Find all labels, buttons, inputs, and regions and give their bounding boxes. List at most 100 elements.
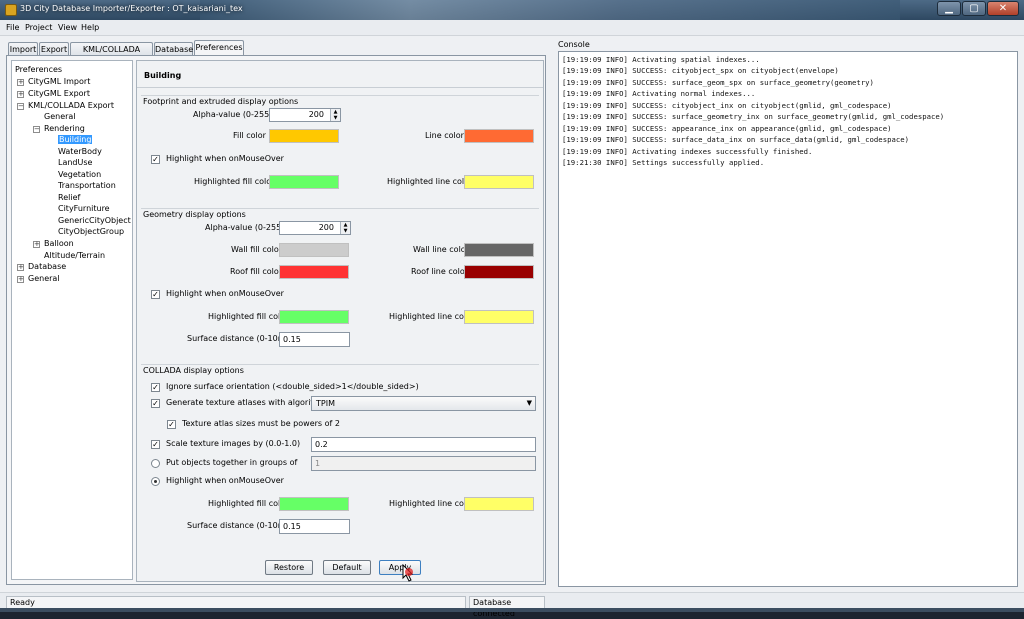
hl-line-swatch[interactable] bbox=[464, 497, 534, 511]
hl-line-swatch[interactable] bbox=[464, 175, 534, 189]
group-title: Footprint and extruded display options bbox=[143, 97, 299, 106]
menu-project[interactable]: Project bbox=[25, 23, 52, 32]
scale-texture-checkbox[interactable]: ✓ bbox=[151, 440, 160, 449]
footprint-group: Footprint and extruded display options A… bbox=[141, 95, 539, 207]
roof-line-swatch[interactable] bbox=[464, 265, 534, 279]
highlight-label: Highlight when onMouseOver bbox=[166, 154, 284, 163]
fill-color-label: Fill color bbox=[233, 131, 266, 140]
highlight-label: Highlight when onMouseOver bbox=[166, 476, 284, 485]
chevron-down-icon: ▼ bbox=[526, 399, 532, 407]
tree-kml-collada-export[interactable]: KML/COLLADA Export bbox=[28, 101, 114, 110]
collapse-icon[interactable]: − bbox=[33, 126, 40, 133]
tree-database[interactable]: Database bbox=[28, 262, 66, 271]
menu-bar: File Project View Help bbox=[0, 20, 1024, 36]
surface-distance-input[interactable]: 0.15 bbox=[279, 332, 350, 347]
minimize-button[interactable]: ▁ bbox=[937, 1, 961, 16]
maximize-button[interactable]: ▢ bbox=[962, 1, 986, 16]
console-output[interactable]: [19:19:09 INFO] Activating spatial index… bbox=[558, 51, 1018, 587]
hl-line-label: Highlighted line color bbox=[389, 312, 475, 321]
window-title: 3D City Database Importer/Exporter : OT_… bbox=[20, 4, 243, 13]
console-line: [19:19:09 INFO] Activating spatial index… bbox=[562, 55, 760, 64]
scale-texture-input[interactable]: 0.2 bbox=[311, 437, 536, 452]
scale-texture-label: Scale texture images by (0.0-1.0) bbox=[166, 439, 301, 448]
tree-transportation[interactable]: Transportation bbox=[58, 181, 116, 190]
group-objects-label: Put objects together in groups of bbox=[166, 458, 298, 467]
fill-color-swatch[interactable] bbox=[269, 129, 339, 143]
console-line: [19:19:09 INFO] SUCCESS: cityobject_inx … bbox=[562, 101, 892, 110]
title-bar[interactable]: 3D City Database Importer/Exporter : OT_… bbox=[0, 0, 1024, 20]
default-button[interactable]: Default bbox=[323, 560, 371, 575]
console-line: [19:19:09 INFO] SUCCESS: surface_geom_sp… bbox=[562, 78, 874, 87]
hl-fill-swatch[interactable] bbox=[279, 497, 349, 511]
expand-icon[interactable]: + bbox=[17, 91, 24, 98]
hl-fill-label: Highlighted fill color bbox=[194, 177, 275, 186]
restore-button[interactable]: Restore bbox=[265, 560, 313, 575]
hl-fill-swatch[interactable] bbox=[269, 175, 339, 189]
expand-icon[interactable]: + bbox=[33, 241, 40, 248]
hl-line-swatch[interactable] bbox=[464, 310, 534, 324]
highlight-radio[interactable] bbox=[151, 477, 160, 486]
surface-distance-label: Surface distance (0-10m) bbox=[187, 334, 289, 343]
expand-icon[interactable]: + bbox=[17, 79, 24, 86]
console-line: [19:19:09 INFO] Activating indexes succe… bbox=[562, 147, 813, 156]
tree-general[interactable]: General bbox=[44, 112, 76, 121]
tree-balloon[interactable]: Balloon bbox=[44, 239, 74, 248]
tree-root[interactable]: Preferences bbox=[15, 65, 62, 74]
tree-building[interactable]: Building bbox=[58, 135, 93, 144]
menu-view[interactable]: View bbox=[58, 23, 77, 32]
group-objects-radio[interactable] bbox=[151, 459, 160, 468]
console-line: [19:19:09 INFO] SUCCESS: appearance_inx … bbox=[562, 124, 892, 133]
tree-landuse[interactable]: LandUse bbox=[58, 158, 92, 167]
tree-cityfurniture[interactable]: CityFurniture bbox=[58, 204, 110, 213]
tree-citygml-import[interactable]: CityGML Import bbox=[28, 77, 90, 86]
console-line: [19:19:09 INFO] SUCCESS: surface_data_in… bbox=[562, 135, 910, 144]
powers-of-2-checkbox[interactable]: ✓ bbox=[167, 420, 176, 429]
tree-altitude-terrain[interactable]: Altitude/Terrain bbox=[44, 251, 105, 260]
hl-fill-swatch[interactable] bbox=[279, 310, 349, 324]
collapse-icon[interactable]: − bbox=[17, 103, 24, 110]
tree-general-root[interactable]: General bbox=[28, 274, 60, 283]
tab-database[interactable]: Database bbox=[154, 42, 193, 56]
tree-cityobjectgroup[interactable]: CityObjectGroup bbox=[58, 227, 124, 236]
highlight-checkbox[interactable]: ✓ bbox=[151, 155, 160, 164]
group-size-input[interactable]: 1 bbox=[311, 456, 536, 471]
tree-vegetation[interactable]: Vegetation bbox=[58, 170, 101, 179]
menu-help[interactable]: Help bbox=[81, 23, 99, 32]
close-button[interactable]: ✕ bbox=[987, 1, 1019, 16]
expand-icon[interactable]: + bbox=[17, 264, 24, 271]
hl-fill-label: Highlighted fill color bbox=[208, 312, 289, 321]
tree-rendering[interactable]: Rendering bbox=[44, 124, 85, 133]
texture-atlas-checkbox[interactable]: ✓ bbox=[151, 399, 160, 408]
surface-distance-input[interactable]: 0.15 bbox=[279, 519, 350, 534]
collada-group: COLLADA display options ✓ Ignore surface… bbox=[141, 364, 539, 534]
expand-icon[interactable]: + bbox=[17, 276, 24, 283]
highlight-label: Highlight when onMouseOver bbox=[166, 289, 284, 298]
console-line: [19:19:09 INFO] SUCCESS: surface_geometr… bbox=[562, 112, 945, 121]
tree-genericcityobject[interactable]: GenericCityObject bbox=[58, 216, 131, 225]
settings-title: Building bbox=[144, 71, 182, 80]
tree-relief[interactable]: Relief bbox=[58, 193, 80, 202]
menu-file[interactable]: File bbox=[6, 23, 19, 32]
wall-fill-swatch[interactable] bbox=[279, 243, 349, 257]
wall-line-label: Wall line color bbox=[413, 245, 469, 254]
console-line: [19:21:30 INFO] Settings successfully ap… bbox=[562, 158, 765, 167]
roof-fill-label: Roof fill color bbox=[230, 267, 283, 276]
wall-line-swatch[interactable] bbox=[464, 243, 534, 257]
tab-kml-collada-export[interactable]: KML/COLLADA Export bbox=[70, 42, 153, 67]
line-color-swatch[interactable] bbox=[464, 129, 534, 143]
tab-import[interactable]: Import bbox=[8, 42, 38, 56]
preferences-tree: Preferences + CityGML Import + CityGML E… bbox=[11, 60, 133, 580]
group-title: COLLADA display options bbox=[143, 366, 244, 375]
tree-waterbody[interactable]: WaterBody bbox=[58, 147, 102, 156]
alpha-spinner[interactable]: 200 ▲ ▼ bbox=[269, 108, 341, 122]
highlight-checkbox[interactable]: ✓ bbox=[151, 290, 160, 299]
atlas-algorithm-dropdown[interactable]: TPIM ▼ bbox=[311, 396, 536, 411]
geometry-group: Geometry display options Alpha-value (0-… bbox=[141, 208, 539, 363]
alpha-spinner[interactable]: 200 ▲ ▼ bbox=[279, 221, 351, 235]
cursor-icon bbox=[402, 564, 414, 582]
roof-line-label: Roof line color bbox=[411, 267, 469, 276]
ignore-orientation-checkbox[interactable]: ✓ bbox=[151, 383, 160, 392]
tab-export[interactable]: Export bbox=[39, 42, 69, 56]
tree-citygml-export[interactable]: CityGML Export bbox=[28, 89, 90, 98]
roof-fill-swatch[interactable] bbox=[279, 265, 349, 279]
